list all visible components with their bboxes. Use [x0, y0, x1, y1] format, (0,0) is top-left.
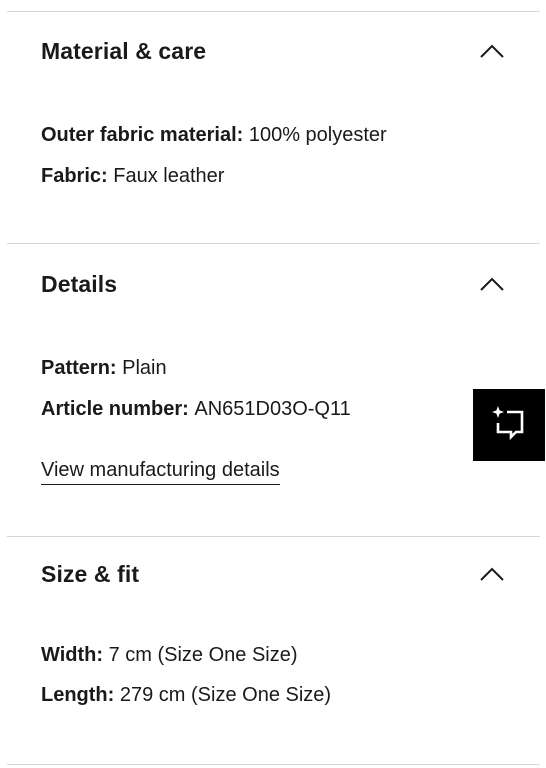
size-fit-header[interactable]: Size & fit — [41, 552, 516, 596]
sparkle-chat-icon — [489, 403, 529, 448]
bottom-divider — [7, 764, 540, 765]
attribute-key: Article number: — [41, 398, 195, 420]
attribute-value: 7 cm (Size One Size) — [108, 644, 298, 666]
top-divider — [7, 11, 540, 12]
details-header[interactable]: Details — [41, 262, 516, 306]
attribute-value: 279 cm (Size One Size) — [119, 684, 332, 706]
section-title: Size & fit — [41, 560, 140, 587]
view-manufacturing-details-link[interactable]: View manufacturing details — [41, 457, 280, 485]
chevron-up-icon[interactable] — [479, 566, 505, 582]
attribute-key: Fabric: — [41, 165, 114, 187]
attribute-row: Fabric: Faux leather — [41, 163, 224, 189]
attribute-row: Outer fabric material: 100% polyester — [41, 122, 387, 148]
attribute-row: Length: 279 cm (Size One Size) — [41, 682, 331, 708]
attribute-value: Plain — [122, 357, 167, 379]
attribute-key: Width: — [41, 644, 109, 666]
attribute-value: 100% polyester — [248, 124, 387, 146]
chevron-up-icon[interactable] — [479, 276, 505, 292]
section-divider — [7, 243, 540, 244]
assistant-button[interactable] — [473, 389, 545, 461]
attribute-row: Pattern: Plain — [41, 355, 167, 381]
section-title: Details — [41, 270, 118, 297]
attribute-value: Faux leather — [113, 165, 225, 187]
material-care-header[interactable]: Material & care — [41, 29, 516, 73]
attribute-key: Outer fabric material: — [41, 124, 249, 146]
attribute-key: Pattern: — [41, 357, 123, 379]
section-divider — [7, 536, 540, 537]
attribute-key: Length: — [41, 684, 120, 706]
section-title: Material & care — [41, 37, 207, 64]
chevron-up-icon[interactable] — [479, 43, 505, 59]
attribute-value: AN651D03O-Q11 — [194, 398, 351, 420]
attribute-row: Width: 7 cm (Size One Size) — [41, 642, 298, 668]
attribute-row: Article number: AN651D03O-Q11 — [41, 396, 351, 422]
